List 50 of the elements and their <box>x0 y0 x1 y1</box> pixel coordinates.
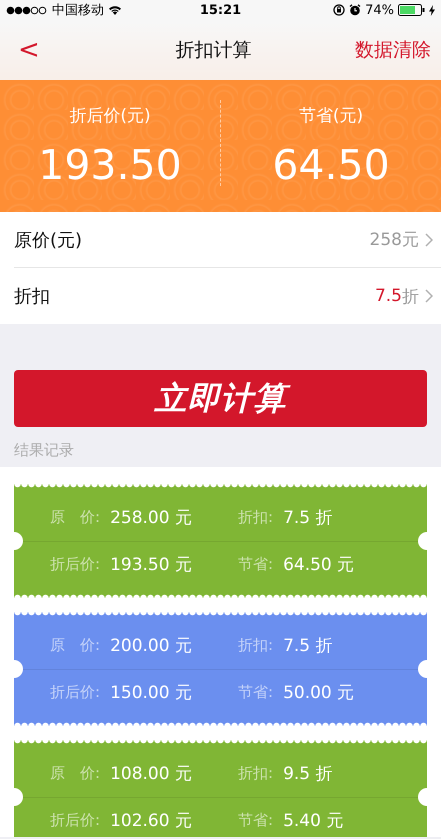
record-label: 折后价: <box>50 555 100 574</box>
record-value: 50.00 元 <box>283 682 354 704</box>
calculate-button[interactable]: 立即计算 <box>14 370 427 427</box>
clock-time: 15:21 <box>200 2 242 18</box>
summary-label: 折后价(元) <box>69 105 151 127</box>
record-value: 7.5 折 <box>283 507 333 529</box>
record-value: 108.00 元 <box>110 763 192 785</box>
section-title: 结果记录 <box>13 440 75 461</box>
summary-value: 193.50 <box>38 145 182 186</box>
record-value: 150.00 元 <box>110 682 192 704</box>
field-value[interactable]: 258 <box>370 230 402 250</box>
record-value: 200.00 元 <box>110 635 192 657</box>
record-label: 折扣: <box>238 764 274 783</box>
unit-label: 折 <box>402 286 419 308</box>
page-title: 折扣计算 <box>174 38 252 63</box>
field-label: 原价(元) <box>14 228 84 252</box>
carrier-name: 中国移动 <box>52 2 104 19</box>
chevron-icon <box>425 232 433 246</box>
record-value: 64.50 元 <box>283 554 354 576</box>
field-label: 折扣 <box>14 285 51 308</box>
signal-icon <box>6 6 48 14</box>
record-label: 节省: <box>238 811 274 830</box>
clear-data-button[interactable]: 数据清除 <box>355 37 431 63</box>
record-label: 原 价: <box>50 508 100 527</box>
record-value: 102.60 元 <box>110 810 192 832</box>
record-label: 原 价: <box>50 636 100 655</box>
record-value: 5.40 元 <box>283 810 344 832</box>
chevron-icon <box>425 289 433 303</box>
record-label: 折扣: <box>238 636 274 655</box>
wifi-icon <box>108 5 122 15</box>
unit-label: 元 <box>402 229 419 251</box>
battery-icon <box>398 4 426 16</box>
summary-label: 节省(元) <box>298 105 364 127</box>
back-button[interactable]: < <box>12 37 46 63</box>
record-label: 折后价: <box>50 811 100 830</box>
record-label: 原 价: <box>50 764 100 783</box>
rotation-lock-icon <box>333 4 346 16</box>
battery-percentage: 74% <box>365 2 394 18</box>
record-value: 7.5 折 <box>283 635 333 657</box>
charging-icon <box>429 4 436 16</box>
record-label: 节省: <box>238 683 274 702</box>
record-value: 9.5 折 <box>283 763 333 785</box>
record-value: 193.50 元 <box>110 554 192 576</box>
record-label: 折扣: <box>238 508 274 527</box>
field-value[interactable]: 7.5 <box>374 286 402 306</box>
alarm-icon <box>349 4 362 16</box>
record-value: 258.00 元 <box>110 507 192 529</box>
record-label: 节省: <box>238 555 274 574</box>
summary-value: 64.50 <box>272 145 390 186</box>
record-label: 折后价: <box>50 683 100 702</box>
